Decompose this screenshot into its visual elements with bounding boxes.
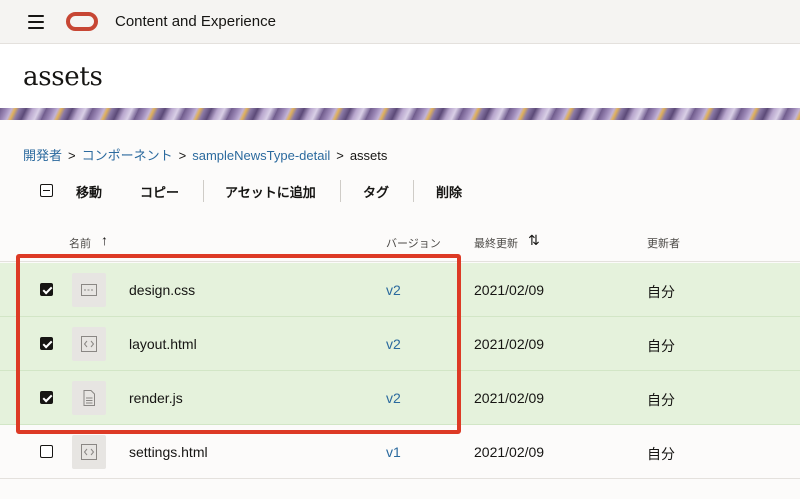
version-link[interactable]: v1 (386, 444, 401, 460)
toolbar-divider (413, 180, 414, 202)
sort-ascending-icon[interactable]: ↑ (101, 232, 108, 248)
breadcrumb-components[interactable]: コンポーネント (82, 148, 173, 163)
updated-by: 自分 (647, 284, 675, 300)
file-name[interactable]: render.js (129, 390, 183, 406)
updated-by: 自分 (647, 338, 675, 354)
row-checkbox[interactable] (40, 337, 53, 350)
document-file-icon (72, 381, 106, 415)
select-all-checkbox[interactable] (40, 184, 53, 197)
hamburger-menu-icon[interactable] (28, 15, 44, 29)
updated-date: 2021/02/09 (474, 390, 545, 406)
column-header-name[interactable]: 名前 (69, 235, 91, 251)
column-header-updated-by[interactable]: 更新者 (647, 235, 680, 251)
delete-button[interactable]: 削除 (436, 182, 462, 201)
column-header-version[interactable]: バージョン (386, 235, 441, 251)
table-row[interactable]: render.js v2 2021/02/09 自分 (0, 371, 800, 425)
html-file-icon (72, 435, 106, 469)
table-row[interactable]: design.css v2 2021/02/09 自分 (0, 263, 800, 317)
html-file-icon (72, 327, 106, 361)
updated-date: 2021/02/09 (474, 282, 545, 298)
tag-button[interactable]: タグ (363, 182, 389, 201)
move-button[interactable]: 移動 (76, 182, 102, 201)
updated-by: 自分 (647, 446, 675, 462)
file-name[interactable]: design.css (129, 282, 195, 298)
updated-by: 自分 (647, 392, 675, 408)
version-link[interactable]: v2 (386, 282, 401, 298)
toolbar-divider (340, 180, 341, 202)
add-to-asset-button[interactable]: アセットに追加 (225, 182, 316, 201)
table-row[interactable]: settings.html v1 2021/02/09 自分 (0, 425, 800, 479)
breadcrumb-developer[interactable]: 開発者 (23, 148, 62, 163)
updated-date: 2021/02/09 (474, 444, 545, 460)
file-name[interactable]: settings.html (129, 444, 208, 460)
page-title: assets (23, 62, 103, 92)
breadcrumb-component[interactable]: sampleNewsType-detail (192, 148, 330, 163)
oracle-logo[interactable] (66, 12, 98, 31)
table-header: 名前 ↑ バージョン 最終更新 ⇅ 更新者 (0, 222, 800, 262)
css-file-icon (72, 273, 106, 307)
action-toolbar: 移動 コピー アセットに追加 タグ 削除 (0, 175, 800, 207)
copy-button[interactable]: コピー (140, 182, 179, 201)
row-checkbox[interactable] (40, 283, 53, 296)
file-name[interactable]: layout.html (129, 336, 197, 352)
app-header: Content and Experience (0, 0, 800, 44)
decorative-banner (0, 108, 800, 120)
breadcrumb: 開発者 > コンポーネント > sampleNewsType-detail > assets (23, 145, 387, 164)
version-link[interactable]: v2 (386, 390, 401, 406)
row-checkbox[interactable] (40, 391, 53, 404)
sort-toggle-icon[interactable]: ⇅ (528, 232, 540, 249)
updated-date: 2021/02/09 (474, 336, 545, 352)
breadcrumb-current: assets (349, 148, 388, 163)
table-row[interactable]: layout.html v2 2021/02/09 自分 (0, 317, 800, 371)
app-title: Content and Experience (115, 13, 276, 30)
version-link[interactable]: v2 (386, 336, 401, 352)
breadcrumb-separator: > (68, 148, 76, 163)
page-header: assets (0, 44, 800, 108)
breadcrumb-separator: > (178, 148, 187, 163)
breadcrumb-separator: > (336, 148, 344, 163)
column-header-updated[interactable]: 最終更新 (474, 235, 518, 251)
toolbar-divider (203, 180, 204, 202)
row-checkbox[interactable] (40, 445, 53, 458)
